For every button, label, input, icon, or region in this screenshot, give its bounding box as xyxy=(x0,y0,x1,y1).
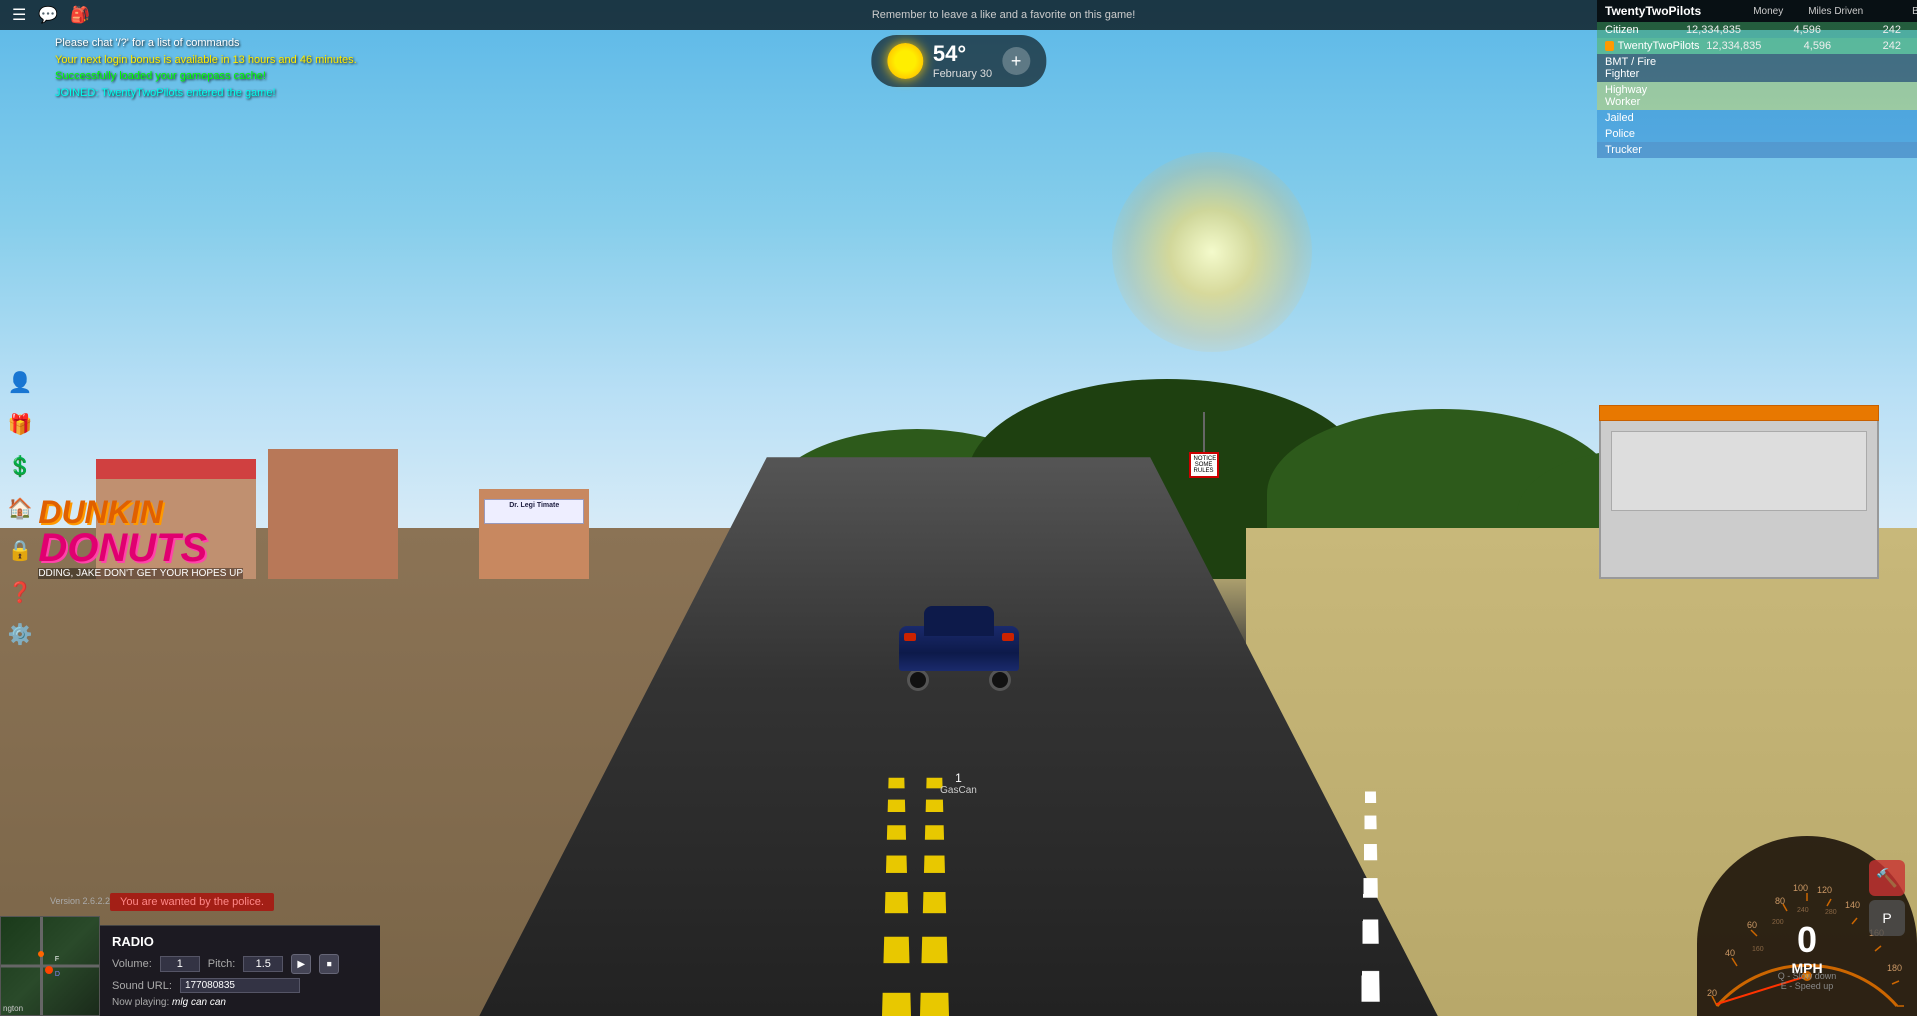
speedo-kmh: Q - Slow down E - Speed up xyxy=(1769,971,1845,991)
col-money: Money xyxy=(1711,6,1791,17)
svg-text:160: 160 xyxy=(1752,946,1764,953)
building-right-main xyxy=(1599,419,1879,579)
sidebar-item-house[interactable]: 🏠 xyxy=(0,488,40,528)
leaderboard: TwentyTwoPilots Money Miles Driven Bount… xyxy=(1597,0,1917,158)
weather-plus-button[interactable]: + xyxy=(1002,47,1030,75)
svg-text:60: 60 xyxy=(1747,920,1757,930)
car-taillight-right xyxy=(1002,633,1014,641)
chat-line-3: Successfully loaded your gamepass cache! xyxy=(55,68,375,85)
sidebar-item-help[interactable]: ❓ xyxy=(0,572,40,612)
speedo-speed-value: 0 xyxy=(1772,919,1842,961)
svg-text:20: 20 xyxy=(1707,988,1717,998)
svg-text:80: 80 xyxy=(1775,896,1785,906)
leaderboard-column-headers: Money Miles Driven Bounty xyxy=(1711,6,1917,17)
car-wheel-left xyxy=(907,669,929,691)
svg-text:40: 40 xyxy=(1725,948,1735,958)
radio-url-input[interactable] xyxy=(180,978,300,993)
radio-play-button[interactable]: ▶ xyxy=(291,954,311,974)
radio-title: RADIO xyxy=(112,934,368,949)
road-sign: NOTICESOME RULES xyxy=(1189,412,1219,478)
minimap-label-d: D xyxy=(55,971,60,978)
chat-line-1: Please chat '/?' for a list of commands xyxy=(55,35,375,52)
leaderboard-header: TwentyTwoPilots Money Miles Driven Bount… xyxy=(1597,0,1917,22)
car-taillight-left xyxy=(904,633,916,641)
svg-text:240: 240 xyxy=(1797,907,1809,914)
gascan-item: 1 GasCan xyxy=(940,771,977,796)
building-left-3: Dr. Legi Timate xyxy=(479,489,589,579)
lb-row-trucker: Trucker xyxy=(1597,142,1917,158)
weather-widget: 54° February 30 + xyxy=(871,35,1046,87)
radio-stop-button[interactable]: ⏹ xyxy=(319,954,339,974)
radio-pitch-input[interactable] xyxy=(243,956,283,972)
radio-song-title: mlg can can xyxy=(172,997,226,1008)
svg-text:140: 140 xyxy=(1845,900,1860,910)
tool-icon-p[interactable]: P xyxy=(1869,900,1905,936)
radio-pitch-label: Pitch: xyxy=(208,958,236,970)
sidebar-item-character[interactable]: 👤 xyxy=(0,362,40,402)
radio-url-label: Sound URL: xyxy=(112,980,172,992)
chat-line-4: JOINED: TwentyTwoPilots entered the game… xyxy=(55,85,375,102)
sidebar-item-lock[interactable]: 🔒 xyxy=(0,530,40,570)
current-player-name: TwentyTwoPilots xyxy=(1605,4,1701,18)
bag-icon[interactable]: 🎒 xyxy=(70,5,90,25)
radio-volume-label: Volume: xyxy=(112,958,152,970)
car-roof xyxy=(924,606,994,636)
svg-text:180: 180 xyxy=(1887,963,1902,973)
weather-temperature: 54° February 30 xyxy=(933,41,992,81)
minimap-road-v xyxy=(40,917,43,1015)
lb-row-citizen: Citizen 12,334,835 4,596 242 xyxy=(1597,22,1917,38)
car-wheel-right xyxy=(989,669,1011,691)
tool-icon-hammer[interactable]: 🔨 xyxy=(1869,860,1905,896)
col-bounty: Bounty xyxy=(1871,6,1917,17)
radio-url-row: Sound URL: xyxy=(112,978,368,993)
lb-row-bmt: BMT / Fire Fighter xyxy=(1597,54,1917,82)
minimap: ngton D F xyxy=(0,916,100,1016)
top-bar-left: ☰ 💬 🎒 xyxy=(0,5,90,25)
svg-text:280: 280 xyxy=(1825,909,1837,916)
svg-text:120: 120 xyxy=(1817,885,1832,895)
left-sidebar: 👤 🎁 💲 🏠 🔒 ❓ ⚙️ xyxy=(0,354,40,662)
svg-text:100: 100 xyxy=(1793,883,1808,893)
gascan-count: 1 xyxy=(940,771,977,785)
menu-icon[interactable]: ☰ xyxy=(12,5,26,25)
chat-area: Please chat '/?' for a list of commands … xyxy=(55,35,375,101)
radio-volume-input[interactable] xyxy=(160,956,200,972)
building-left-1 xyxy=(96,479,256,579)
minimap-location: ngton xyxy=(3,1004,23,1013)
col-miles: Miles Driven xyxy=(1791,6,1871,17)
radio-now-playing: Now playing: mlg can can xyxy=(112,997,368,1008)
sidebar-item-money[interactable]: 💲 xyxy=(0,446,40,486)
sidebar-item-gifts[interactable]: 🎁 xyxy=(0,404,40,444)
version-text: Version 2.6.2.2 xyxy=(50,896,110,906)
sun-glow xyxy=(1112,152,1312,352)
lb-row-police: Police xyxy=(1597,126,1917,142)
weather-sun-icon xyxy=(887,43,923,79)
player-icon xyxy=(1605,41,1614,51)
sidebar-item-settings[interactable]: ⚙️ xyxy=(0,614,40,654)
lb-row-highway: Highway Worker xyxy=(1597,82,1917,110)
lb-row-jailed: Jailed xyxy=(1597,110,1917,126)
chat-line-2: Your next login bonus is available in 13… xyxy=(55,52,375,69)
radio-volume-row: Volume: Pitch: ▶ ⏹ xyxy=(112,954,368,974)
player-car xyxy=(899,611,1019,691)
wanted-banner: You are wanted by the police. xyxy=(110,893,274,911)
gascan-label: GasCan xyxy=(940,785,977,796)
building-left-2 xyxy=(268,449,398,579)
lb-row-player: TwentyTwoPilots 12,334,835 4,596 242 xyxy=(1597,38,1917,54)
minimap-label-f: F xyxy=(55,956,59,963)
chat-icon[interactable]: 💬 xyxy=(38,5,58,25)
radio-panel: RADIO Volume: Pitch: ▶ ⏹ Sound URL: Now … xyxy=(100,925,380,1016)
